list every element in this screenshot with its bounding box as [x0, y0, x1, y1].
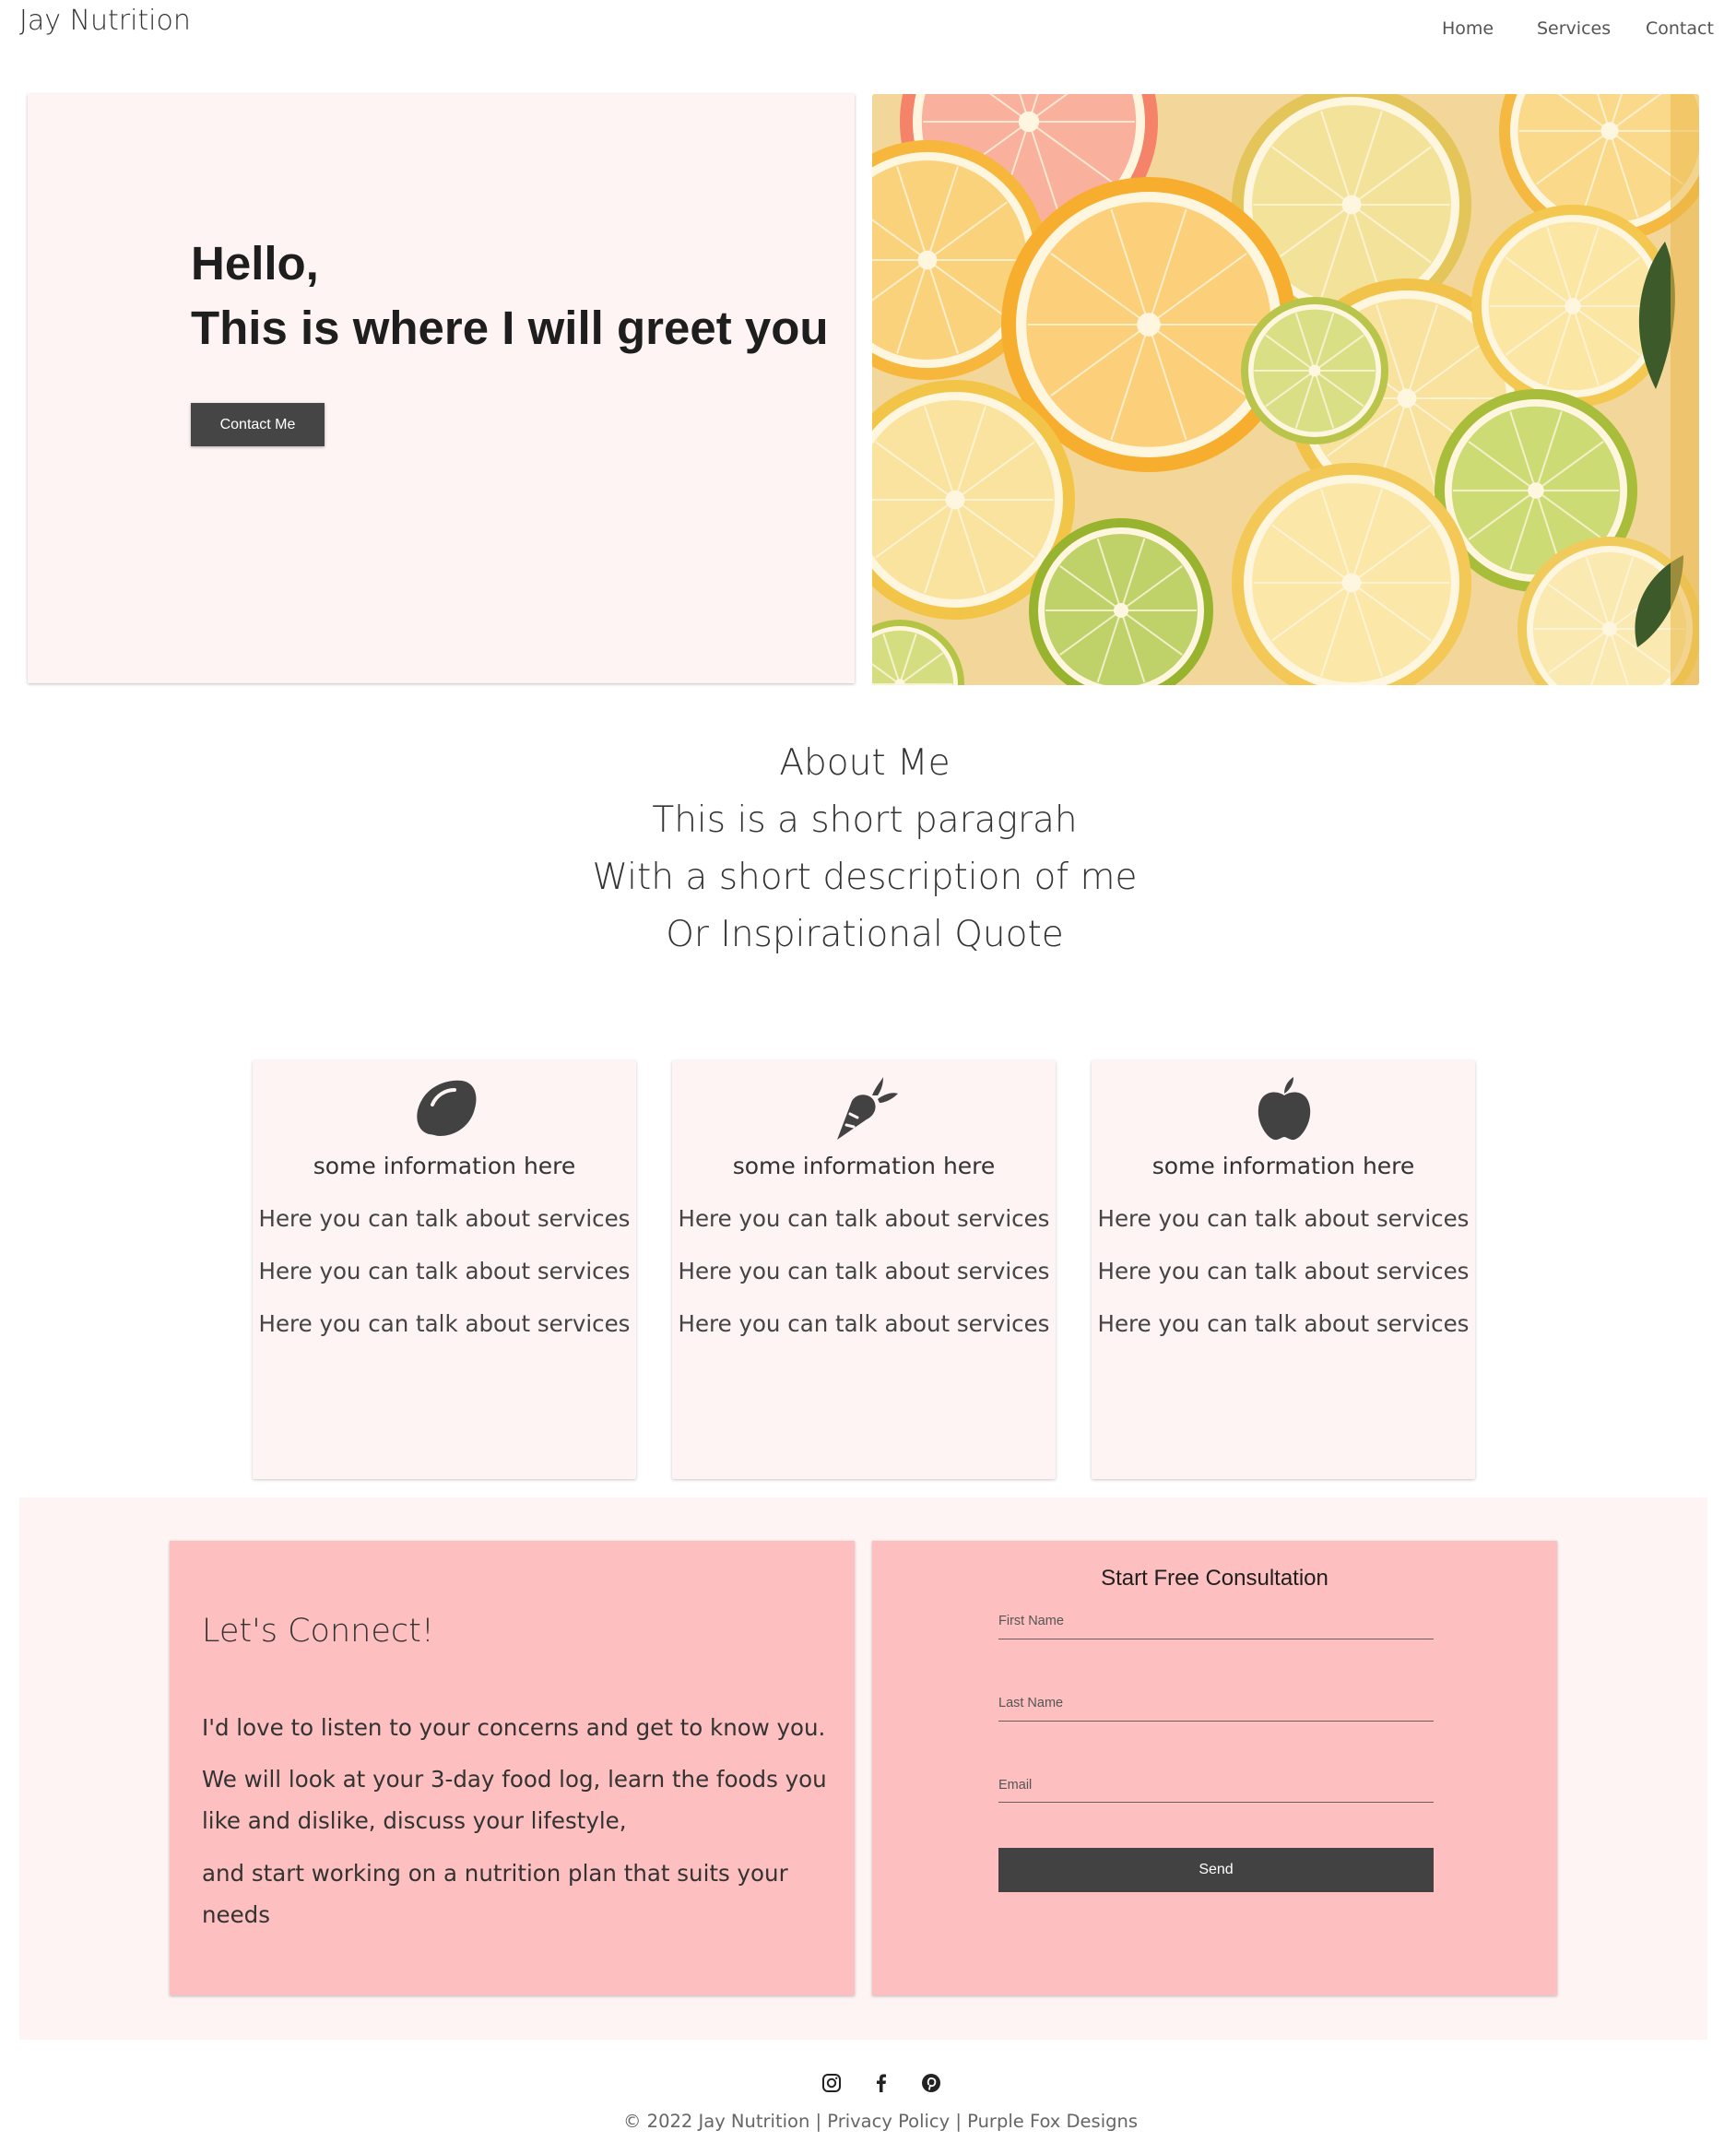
about-line: Or Inspirational Quote [666, 914, 1064, 955]
service-card: some information here Here you can talk … [672, 1060, 1056, 1479]
about-line: This is a short paragrah [652, 799, 1078, 841]
send-button[interactable]: Send [998, 1848, 1434, 1892]
about-title: About Me [779, 742, 951, 784]
last-name-field[interactable] [998, 1698, 1434, 1722]
card-title: some information here [313, 1153, 576, 1179]
about-line: With a short description of me [592, 857, 1138, 898]
hero-panel [28, 94, 855, 683]
footer-separator: | [809, 2111, 828, 2132]
card-item: Here you can talk about services [678, 1205, 1050, 1232]
footer-separator: | [950, 2111, 968, 2132]
nav-contact[interactable]: Contact [1646, 18, 1714, 39]
pinterest-icon[interactable] [919, 2071, 943, 2095]
card-item: Here you can talk about services [258, 1310, 631, 1337]
carrot-icon [837, 1077, 898, 1140]
card-title: some information here [1151, 1153, 1415, 1179]
apple-icon [1258, 1077, 1311, 1141]
footer-privacy-link[interactable]: Privacy Policy [827, 2111, 950, 2132]
card-item: Here you can talk about services [678, 1258, 1050, 1284]
card-item: Here you can talk about services [1097, 1205, 1470, 1232]
connect-title: Let's Connect! [202, 1613, 434, 1650]
connect-paragraph: We will look at your 3-day food log, lea… [202, 1766, 827, 1834]
footer-text: © 2022 Jay Nutrition | Privacy Policy | … [0, 2111, 1736, 2132]
lemon-icon [417, 1080, 477, 1136]
form-title: Start Free Consultation [1101, 1566, 1329, 1591]
form-panel [872, 1541, 1557, 1995]
card-item: Here you can talk about services [678, 1310, 1050, 1337]
footer-copyright: © 2022 Jay Nutrition [622, 2111, 810, 2132]
footer-credit-link[interactable]: Purple Fox Designs [967, 2111, 1138, 2132]
card-item: Here you can talk about services [258, 1258, 631, 1284]
instagram-icon[interactable] [820, 2071, 844, 2095]
citrus-image [872, 94, 1699, 685]
connect-paragraph: I'd love to listen to your concerns and … [202, 1714, 826, 1741]
card-item: Here you can talk about services [258, 1205, 631, 1232]
nav-home[interactable]: Home [1442, 18, 1494, 39]
contact-me-button[interactable]: Contact Me [191, 403, 325, 446]
connect-paragraph: and start working on a nutrition plan th… [202, 1860, 788, 1928]
site-logo[interactable]: Jay Nutrition [19, 5, 191, 37]
hero-greeting: Hello, [191, 237, 319, 290]
first-name-field[interactable] [998, 1616, 1434, 1639]
service-card: some information here Here you can talk … [253, 1060, 636, 1479]
email-field[interactable] [998, 1780, 1434, 1803]
card-title: some information here [732, 1153, 996, 1179]
service-card: some information here Here you can talk … [1092, 1060, 1475, 1479]
card-item: Here you can talk about services [1097, 1258, 1470, 1284]
nav-services[interactable]: Services [1537, 18, 1611, 39]
hero-subgreeting: This is where I will greet you [191, 302, 829, 354]
facebook-icon[interactable] [869, 2071, 893, 2095]
card-item: Here you can talk about services [1097, 1310, 1470, 1337]
